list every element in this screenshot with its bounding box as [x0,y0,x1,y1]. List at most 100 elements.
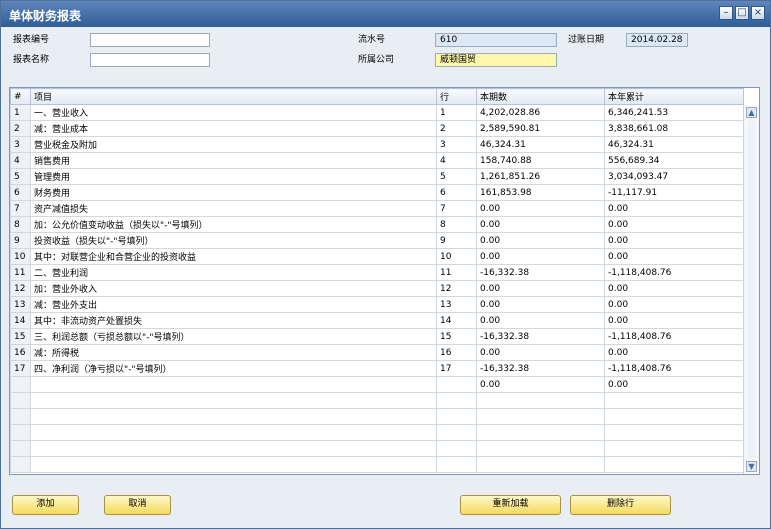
line-cell[interactable]: 13 [436,296,477,313]
empty-cell[interactable] [604,392,744,409]
row-number-cell[interactable]: 13 [10,296,31,313]
table-row[interactable]: 17 四、净利润（净亏损以"-"号填列） 17 -16,332.38 -1,118,40… [10,360,744,377]
year-to-date-cell[interactable]: 0.00 [604,248,744,265]
empty-cell[interactable] [10,456,31,473]
line-cell[interactable]: 5 [436,168,477,185]
table-row[interactable]: 11 二、营业利润 11 -16,332.38 -1,118,408.76 [10,264,744,281]
current-period-cell[interactable]: 0.00 [476,312,605,329]
line-cell[interactable]: 16 [436,344,477,361]
year-to-date-cell[interactable]: 3,034,093.47 [604,168,744,185]
table-row[interactable]: 12 加：营业外收入 12 0.00 0.00 [10,280,744,297]
row-number-cell[interactable]: 6 [10,184,31,201]
row-number-cell[interactable]: 14 [10,312,31,329]
current-period-cell[interactable]: 0.00 [476,296,605,313]
row-number-cell[interactable]: 15 [10,328,31,345]
year-to-date-cell[interactable]: -1,118,408.76 [604,264,744,281]
row-number-cell[interactable]: 4 [10,152,31,169]
minimize-icon[interactable]: – [719,6,733,20]
scroll-track[interactable] [748,121,755,458]
item-cell[interactable]: 资产减值损失 [30,200,437,217]
table-row[interactable]: 8 加：公允价值变动收益（损失以"-"号填列） 8 0.00 0.00 [10,216,744,233]
empty-cell[interactable] [30,392,437,409]
empty-cell[interactable] [10,408,31,425]
current-period-cell[interactable]: -16,332.38 [476,264,605,281]
table-row[interactable]: 16 减：所得税 16 0.00 0.00 [10,344,744,361]
year-to-date-cell[interactable]: 3,838,661.08 [604,120,744,137]
column-header-current[interactable]: 本期数 [476,88,605,105]
row-number-cell[interactable]: 12 [10,280,31,297]
close-icon[interactable]: × [751,6,765,20]
table-row[interactable]: 7 资产减值损失 7 0.00 0.00 [10,200,744,217]
report-name-field[interactable] [90,53,210,67]
title-bar[interactable]: 单体财务报表 – □ × [1,1,770,27]
row-number-cell[interactable]: 5 [10,168,31,185]
item-cell[interactable]: 加：公允价值变动收益（损失以"-"号填列） [30,216,437,233]
row-number-cell[interactable]: 10 [10,248,31,265]
empty-cell[interactable] [436,392,477,409]
current-period-cell[interactable]: 0.00 [476,232,605,249]
empty-cell[interactable] [604,408,744,425]
serial-field[interactable]: 610 [435,33,557,47]
company-field[interactable]: 威顿国贸 [435,53,557,67]
add-button[interactable]: 添加 [12,495,79,515]
report-no-field[interactable] [90,33,210,47]
year-to-date-cell[interactable]: 0.00 [604,232,744,249]
empty-cell[interactable] [436,440,477,457]
empty-cell[interactable] [604,424,744,441]
current-period-cell[interactable]: 0.00 [476,344,605,361]
year-to-date-cell[interactable]: 0.00 [604,376,744,393]
table-row[interactable]: 2 减：营业成本 2 2,589,590.81 3,838,661.08 [10,120,744,137]
item-cell[interactable]: 减：所得税 [30,344,437,361]
line-cell[interactable]: 14 [436,312,477,329]
empty-cell[interactable] [10,392,31,409]
row-number-cell[interactable] [10,376,31,393]
item-cell[interactable]: 财务费用 [30,184,437,201]
item-cell[interactable]: 销售费用 [30,152,437,169]
table-row-empty[interactable] [10,440,744,457]
column-header-ytd[interactable]: 本年累计 [604,88,744,105]
row-number-cell[interactable]: 16 [10,344,31,361]
current-period-cell[interactable]: 1,261,851.26 [476,168,605,185]
scroll-down-icon[interactable]: ▼ [746,461,757,472]
column-header-item[interactable]: 项目 [30,88,437,105]
cancel-button[interactable]: 取消 [104,495,171,515]
line-cell[interactable]: 12 [436,280,477,297]
current-period-cell[interactable]: 158,740.88 [476,152,605,169]
table-row-empty[interactable] [10,456,744,473]
item-cell[interactable]: 管理费用 [30,168,437,185]
posting-date-field[interactable]: 2014.02.28 [626,33,688,47]
row-number-cell[interactable]: 7 [10,200,31,217]
current-period-cell[interactable]: 0.00 [476,200,605,217]
current-period-cell[interactable]: 4,202,028.86 [476,104,605,121]
line-cell[interactable]: 9 [436,232,477,249]
current-period-cell[interactable]: -16,332.38 [476,328,605,345]
year-to-date-cell[interactable]: 0.00 [604,312,744,329]
row-number-cell[interactable]: 8 [10,216,31,233]
empty-cell[interactable] [436,456,477,473]
item-cell[interactable]: 其中：对联营企业和合营企业的投资收益 [30,248,437,265]
empty-cell[interactable] [30,408,437,425]
table-row[interactable]: 1 一、营业收入 1 4,202,028.86 6,346,241.53 [10,104,744,121]
empty-cell[interactable] [10,440,31,457]
current-period-cell[interactable]: 0.00 [476,248,605,265]
table-row[interactable]: 3 营业税金及附加 3 46,324.31 46,324.31 [10,136,744,153]
item-cell[interactable]: 加：营业外收入 [30,280,437,297]
year-to-date-cell[interactable]: 0.00 [604,280,744,297]
item-cell[interactable]: 其中：非流动资产处置损失 [30,312,437,329]
table-row[interactable]: 9 投资收益（损失以"-"号填列） 9 0.00 0.00 [10,232,744,249]
item-cell[interactable]: 三、利润总额（亏损总额以"-"号填列） [30,328,437,345]
item-cell[interactable] [30,376,437,393]
reload-button[interactable]: 重新加载 [460,495,561,515]
table-row[interactable]: 0.00 0.00 [10,376,744,393]
empty-cell[interactable] [30,456,437,473]
empty-cell[interactable] [10,424,31,441]
empty-cell[interactable] [476,440,605,457]
empty-cell[interactable] [476,456,605,473]
current-period-cell[interactable]: 161,853.98 [476,184,605,201]
row-number-cell[interactable]: 17 [10,360,31,377]
scroll-up-icon[interactable]: ▲ [746,107,757,118]
vertical-scrollbar[interactable]: ▲ ▼ [743,105,759,474]
row-number-cell[interactable]: 2 [10,120,31,137]
table-row-empty[interactable] [10,424,744,441]
line-cell[interactable]: 15 [436,328,477,345]
